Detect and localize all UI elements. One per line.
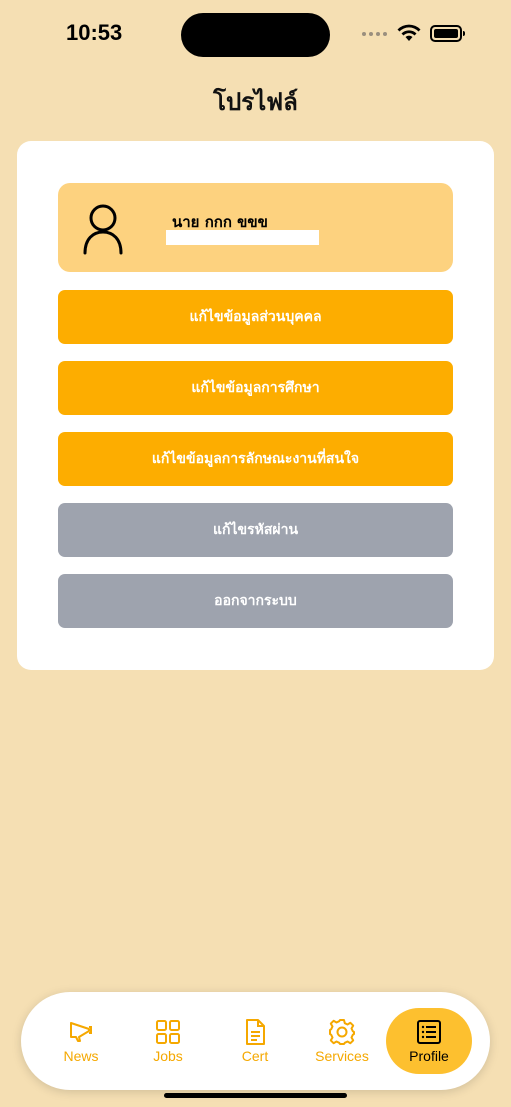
status-time: 10:53 [66, 20, 123, 45]
redacted-field [166, 230, 319, 245]
megaphone-icon [70, 1022, 92, 1042]
bottom-tab-bar: News Jobs Cert Services Profile [21, 992, 490, 1090]
wifi-icon [397, 24, 421, 41]
tab-services[interactable]: Services [299, 1008, 385, 1074]
profile-card: นาย กกก ขขข แก้ไขข้อมูลส่วนบุคคล แก้ไขข้… [17, 141, 494, 670]
grid-icon [156, 1020, 180, 1044]
change-password-button[interactable]: แก้ไขรหัสผ่าน [58, 503, 453, 557]
tab-label: News [63, 1048, 99, 1064]
user-icon [83, 204, 123, 255]
button-label: แก้ไขข้อมูลการศึกษา [191, 380, 320, 396]
battery-icon [430, 25, 465, 42]
tab-cert[interactable]: Cert [212, 1008, 298, 1074]
user-info-box: นาย กกก ขขข [58, 183, 453, 272]
button-label: แก้ไขข้อมูลการลักษณะงานที่สนใจ [151, 451, 360, 467]
tab-label: Profile [409, 1048, 449, 1064]
tab-news[interactable]: News [38, 1008, 124, 1074]
edit-education-button[interactable]: แก้ไขข้อมูลการศึกษา [58, 361, 453, 415]
gear-icon [329, 1019, 355, 1045]
edit-personal-info-button[interactable]: แก้ไขข้อมูลส่วนบุคคล [58, 290, 453, 344]
list-icon [417, 1020, 441, 1044]
tab-label: Jobs [153, 1048, 183, 1064]
button-label: แก้ไขข้อมูลส่วนบุคคล [189, 309, 322, 325]
dynamic-island [181, 13, 330, 57]
tab-jobs[interactable]: Jobs [125, 1008, 211, 1074]
tab-profile[interactable]: Profile [386, 1008, 472, 1074]
button-label: แก้ไขรหัสผ่าน [212, 522, 299, 538]
tab-label: Cert [241, 1048, 269, 1064]
page-title: โปรไฟล์ [213, 88, 298, 116]
edit-job-interest-button[interactable]: แก้ไขข้อมูลการลักษณะงานที่สนใจ [58, 432, 453, 486]
profile-screen: 10:53 โปรไฟล์ นาย กกก ขขข แก้ไขข้อมูลส่ว… [0, 0, 511, 1107]
logout-button[interactable]: ออกจากระบบ [58, 574, 453, 628]
home-indicator [164, 1093, 347, 1098]
cellular-signal-icon [362, 32, 387, 36]
tab-label: Services [315, 1048, 369, 1064]
button-label: ออกจากระบบ [214, 593, 297, 609]
document-icon [246, 1019, 265, 1045]
